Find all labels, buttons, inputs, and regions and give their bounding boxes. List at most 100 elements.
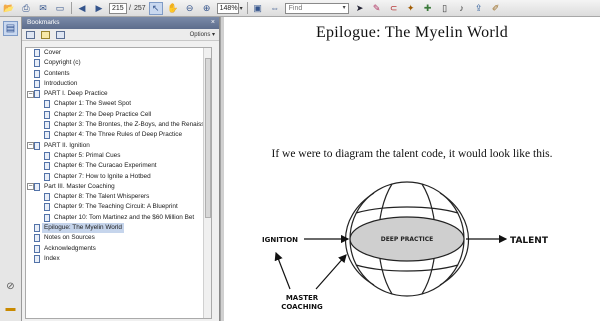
bookmark-item[interactable]: Acknowledgments bbox=[26, 244, 211, 254]
highlight-icon[interactable]: ✎ bbox=[370, 2, 384, 15]
bookmark-label: Chapter 3: The Brontes, the Z-Boys, and … bbox=[54, 121, 212, 129]
new-bookmark-icon[interactable] bbox=[41, 30, 50, 39]
bookmark-item[interactable]: Chapter 4: The Three Rules of Deep Pract… bbox=[26, 130, 211, 140]
bookmarks-tab-icon[interactable]: ▤ bbox=[3, 21, 18, 36]
expand-bookmark-icon[interactable] bbox=[26, 30, 35, 39]
bookmark-label: Acknowledgments bbox=[44, 244, 96, 252]
bookmark-label: Chapter 7: How to Ignite a Hotbed bbox=[54, 172, 151, 180]
document-page: Epilogue: The Myelin World If we were to… bbox=[224, 17, 600, 321]
bookmark-tree: Cover Copyright (c) Contents Introduction − P… bbox=[25, 47, 212, 319]
bookmark-item[interactable]: Chapter 3: The Brontes, the Z-Boys, and … bbox=[26, 120, 211, 130]
collapse-icon[interactable]: − bbox=[27, 183, 34, 191]
scrollbar[interactable] bbox=[203, 48, 211, 318]
phone-icon[interactable]: ▯ bbox=[438, 2, 452, 15]
find-input[interactable]: Find ▾ bbox=[284, 2, 349, 14]
bookmark-item[interactable]: Index bbox=[26, 254, 211, 264]
collapse-icon[interactable]: − bbox=[27, 142, 34, 150]
bookmark-icon bbox=[44, 151, 50, 160]
bookmark-label: Part III. Master Coaching bbox=[44, 182, 115, 190]
bookmark-label: PART I. Deep Practice bbox=[44, 90, 108, 98]
bookmark-item[interactable]: − PART II. Ignition bbox=[26, 141, 211, 151]
bookmark-icon bbox=[34, 69, 40, 78]
open-icon[interactable]: 📂 bbox=[2, 2, 16, 15]
bookmark-label: Introduction bbox=[44, 79, 78, 87]
next-page-icon[interactable]: ▶ bbox=[92, 2, 106, 15]
bookmark-label: Index bbox=[44, 254, 60, 262]
page-separator: / bbox=[129, 4, 131, 12]
bookmarks-panel-title: Bookmarks bbox=[27, 19, 60, 26]
deep-practice-label: DEEP PRACTICE bbox=[381, 236, 434, 243]
fit-width-icon[interactable]: ⇔ bbox=[268, 2, 282, 15]
print-icon[interactable]: ⎙ bbox=[19, 2, 33, 15]
bookmark-icon bbox=[44, 172, 50, 181]
talent-code-diagram: DEEP PRACTICE IGNITION TALENT MASTER COA… bbox=[262, 181, 549, 311]
speaker-icon[interactable]: ♪ bbox=[455, 2, 469, 15]
page-thumbnail-icon[interactable]: ▭ bbox=[53, 2, 67, 15]
bookmark-item[interactable]: Chapter 5: Primal Cues bbox=[26, 151, 211, 161]
scrollbar-thumb[interactable] bbox=[205, 58, 211, 218]
close-icon[interactable]: × bbox=[211, 17, 215, 29]
bookmark-item[interactable]: Chapter 10: Tom Martinez and the $60 Mil… bbox=[26, 213, 211, 223]
master-label: MASTER bbox=[286, 294, 319, 302]
select-tool-icon[interactable]: ↖ bbox=[148, 1, 163, 15]
bookmark-item[interactable]: Chapter 2: The Deep Practice Cell bbox=[26, 110, 211, 120]
attachments-icon[interactable]: ⊘ bbox=[3, 279, 18, 294]
comment-icon[interactable]: ✚ bbox=[421, 2, 435, 15]
find-dropdown-icon[interactable]: ▾ bbox=[343, 4, 346, 13]
bookmark-icon bbox=[44, 100, 50, 109]
options-menu[interactable]: Options ▾ bbox=[190, 29, 215, 41]
edit-icon[interactable]: ✐ bbox=[489, 2, 503, 15]
email-icon[interactable]: ✉ bbox=[36, 2, 50, 15]
attach-icon[interactable]: ⊂ bbox=[387, 2, 401, 15]
bookmark-label: PART II. Ignition bbox=[44, 141, 90, 149]
bookmark-item[interactable]: Notes on Sources bbox=[26, 233, 211, 243]
bookmarks-panel-header: Bookmarks × bbox=[22, 17, 219, 29]
stamp-icon[interactable]: ✦ bbox=[404, 2, 418, 15]
chapter-title: Epilogue: The Myelin World bbox=[315, 24, 509, 41]
bookmark-item[interactable]: Epilogue: The Myelin World bbox=[26, 223, 211, 234]
coaching-label: COACHING bbox=[281, 303, 323, 311]
talent-label: TALENT bbox=[510, 236, 549, 246]
page-number-input[interactable]: 215 bbox=[109, 2, 127, 14]
collapse-icon[interactable]: − bbox=[27, 90, 34, 98]
hand-tool-icon[interactable]: ✋ bbox=[166, 2, 180, 15]
delete-bookmark-icon[interactable] bbox=[56, 30, 65, 39]
find-placeholder: Find bbox=[288, 4, 303, 12]
zoom-in-icon[interactable]: ⊕ bbox=[200, 2, 214, 15]
bookmark-item[interactable]: − PART I. Deep Practice bbox=[26, 89, 211, 99]
comments-icon[interactable]: ▬ bbox=[3, 301, 18, 316]
bookmark-item[interactable]: Contents bbox=[26, 69, 211, 79]
bookmark-icon bbox=[44, 110, 50, 119]
fit-page-icon[interactable]: ▣ bbox=[251, 2, 265, 15]
bookmarks-toolbar: Options ▾ bbox=[22, 29, 219, 41]
bookmark-icon bbox=[44, 193, 50, 202]
bookmark-item[interactable]: Chapter 9: The Teaching Circuit: A Bluep… bbox=[26, 202, 211, 212]
zoom-out-icon[interactable]: ⊖ bbox=[183, 2, 197, 15]
bookmark-item[interactable]: Chapter 7: How to Ignite a Hotbed bbox=[26, 172, 211, 182]
bookmark-item[interactable]: Introduction bbox=[26, 79, 211, 89]
previous-page-icon[interactable]: ◀ bbox=[75, 2, 89, 15]
toolbar: 📂 ⎙ ✉ ▭ ◀ ▶ 215 / 257 ↖ ✋ ⊖ ⊕ 148% ▾ ▣ ⇔… bbox=[0, 0, 600, 17]
pdf-reader-window: 📂 ⎙ ✉ ▭ ◀ ▶ 215 / 257 ↖ ✋ ⊖ ⊕ 148% ▾ ▣ ⇔… bbox=[0, 0, 600, 321]
cursor-icon[interactable]: ➤ bbox=[353, 2, 367, 15]
bookmark-item[interactable]: Chapter 8: The Talent Whisperers bbox=[26, 192, 211, 202]
bookmark-item[interactable]: Cover bbox=[26, 48, 211, 58]
bookmark-label: Contents bbox=[44, 69, 70, 77]
bookmark-icon bbox=[34, 244, 40, 253]
zoom-level-input[interactable]: 148% bbox=[216, 2, 239, 14]
bookmarks-panel: Bookmarks × Options ▾ Cover Copyright (c)… bbox=[22, 17, 220, 321]
toolbar-separator bbox=[71, 2, 72, 14]
bookmark-label: Chapter 9: The Teaching Circuit: A Bluep… bbox=[54, 203, 178, 211]
bookmark-label: Chapter 8: The Talent Whisperers bbox=[54, 193, 150, 201]
bookmark-label: Notes on Sources bbox=[44, 234, 95, 242]
bookmark-label: Chapter 2: The Deep Practice Cell bbox=[54, 110, 152, 118]
bookmark-item[interactable]: − Part III. Master Coaching bbox=[26, 182, 211, 192]
bookmark-label: Cover bbox=[44, 49, 62, 56]
bookmark-item[interactable]: Chapter 1: The Sweet Spot bbox=[26, 99, 211, 109]
share-icon[interactable]: ⇪ bbox=[472, 2, 486, 15]
body-text: If we were to diagram the talent code, i… bbox=[271, 148, 553, 160]
coaching-to-practice-arrow bbox=[315, 254, 347, 290]
zoom-dropdown-icon[interactable]: ▾ bbox=[240, 5, 243, 12]
bookmark-item[interactable]: Copyright (c) bbox=[26, 58, 211, 68]
bookmark-item[interactable]: Chapter 6: The Curacao Experiment bbox=[26, 161, 211, 171]
